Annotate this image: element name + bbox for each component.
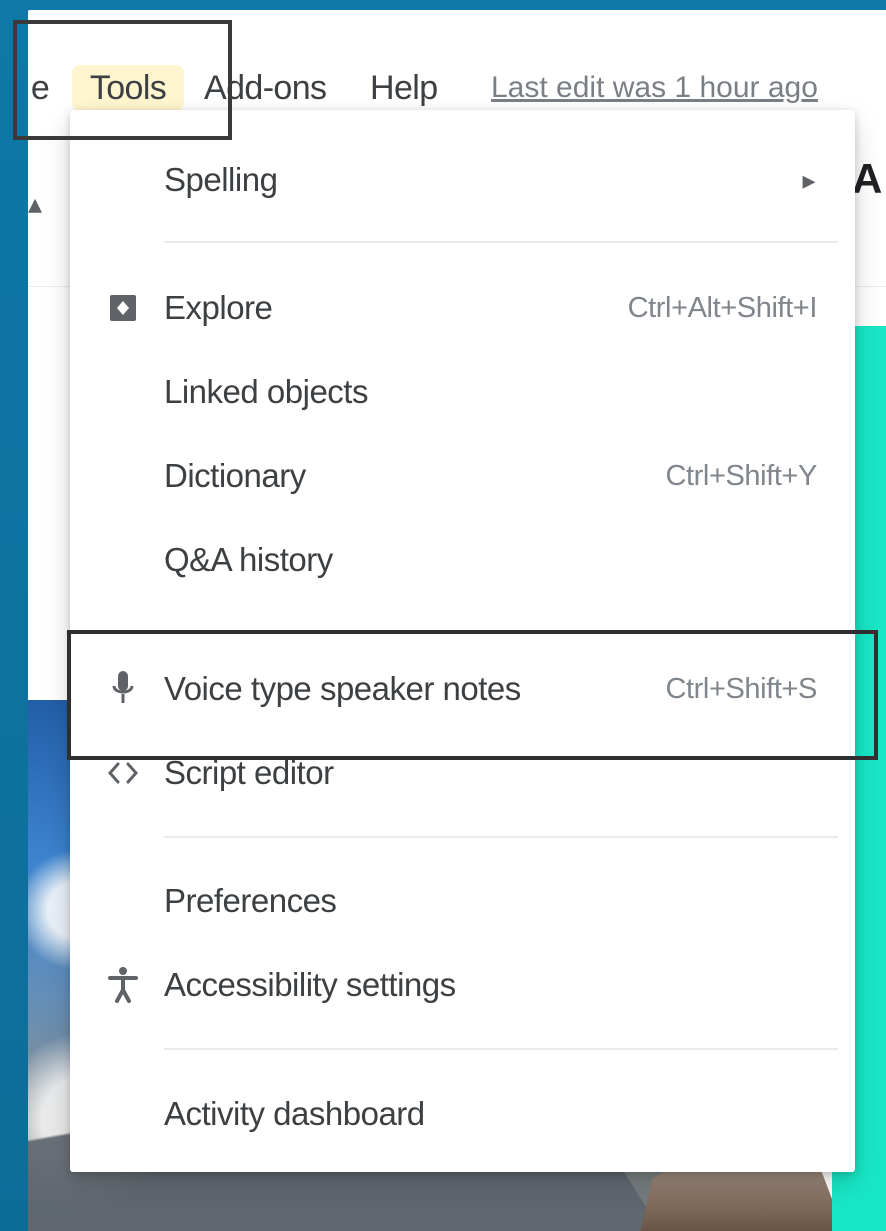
submenu-arrow-icon: ▸ — [802, 164, 815, 195]
menu-item-label: Explore — [164, 289, 273, 326]
menu-item-label: Q&A history — [164, 541, 333, 578]
menu-divider — [164, 836, 838, 838]
menu-help[interactable]: Help — [370, 65, 438, 111]
menu-item-accessibility-settings[interactable]: Accessibility settings — [70, 953, 855, 1017]
shortcut-label: Ctrl+Shift+Y — [665, 459, 817, 492]
menu-item-qa-history[interactable]: Q&A history — [70, 528, 855, 592]
menu-item-preferences[interactable]: Preferences — [70, 869, 855, 933]
voice-type-highlight-box — [67, 630, 878, 760]
menu-item-linked-objects[interactable]: Linked objects — [70, 360, 855, 424]
menu-item-spelling[interactable]: Spelling ▸ — [70, 148, 855, 212]
menu-divider — [164, 241, 838, 243]
menu-item-explore[interactable]: Explore Ctrl+Alt+Shift+I — [70, 276, 855, 340]
explore-icon — [106, 288, 140, 328]
menu-item-label: Activity dashboard — [164, 1095, 425, 1132]
accessibility-icon — [106, 965, 140, 1005]
last-edit-link[interactable]: Last edit was 1 hour ago — [491, 71, 818, 105]
shortcut-label: Ctrl+Alt+Shift+I — [627, 291, 818, 324]
menu-divider — [164, 1048, 838, 1050]
menu-item-label: Spelling — [164, 161, 278, 198]
menu-item-label: Dictionary — [164, 457, 306, 494]
text-format-icon[interactable]: A — [852, 155, 882, 203]
menu-item-label: Linked objects — [164, 373, 368, 410]
toolbar-caret-icon: ▴ — [28, 188, 43, 219]
tools-highlight-box — [13, 20, 232, 140]
menu-item-label: Preferences — [164, 882, 337, 919]
menu-item-dictionary[interactable]: Dictionary Ctrl+Shift+Y — [70, 444, 855, 508]
menu-item-label: Accessibility settings — [164, 966, 456, 1003]
menu-item-activity-dashboard[interactable]: Activity dashboard — [70, 1082, 855, 1146]
